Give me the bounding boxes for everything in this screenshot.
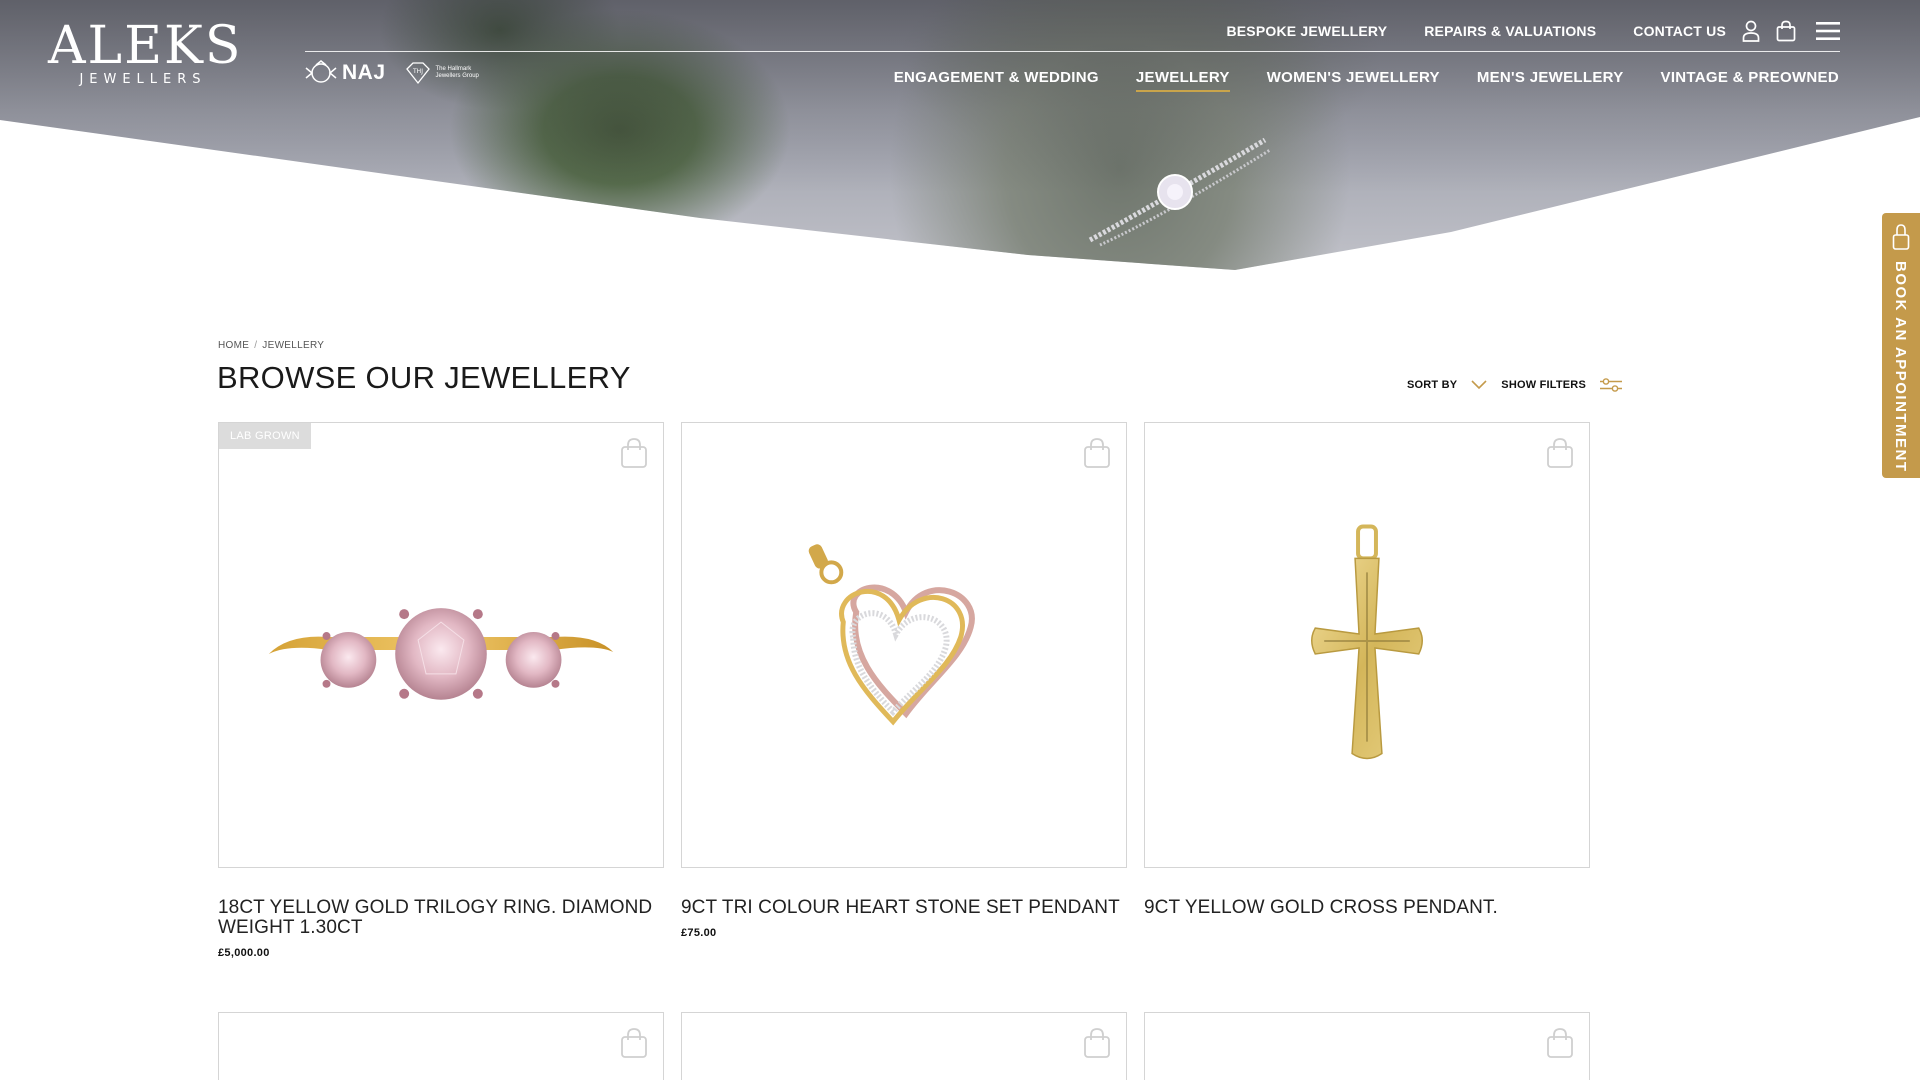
add-to-bag-icon[interactable] xyxy=(1083,1027,1111,1059)
book-appointment-label: BOOK AN APPOINTMENT xyxy=(1892,261,1909,473)
product-image-frame[interactable] xyxy=(681,422,1127,868)
account-icon[interactable] xyxy=(1742,20,1760,42)
nav-repairs-valuations[interactable]: REPAIRS & VALUATIONS xyxy=(1424,23,1596,39)
crest-icon xyxy=(305,60,337,83)
add-to-bag-icon[interactable] xyxy=(620,1027,648,1059)
sort-by-button[interactable]: SORT BY xyxy=(1407,379,1457,391)
book-appointment-tab[interactable]: BOOK AN APPOINTMENT xyxy=(1882,213,1920,478)
breadcrumb-separator: / xyxy=(254,340,258,351)
product-title[interactable]: 9CT TRI COLOUR HEART STONE SET PENDANT xyxy=(681,898,1131,918)
trilogy-ring-image xyxy=(268,608,614,700)
nav-divider xyxy=(305,51,1840,52)
hallmark-line1: The Hallmark xyxy=(435,66,472,72)
naj-label: NAJ xyxy=(342,61,386,84)
breadcrumb: HOME / JEWELLERY xyxy=(218,340,324,351)
product-image-frame[interactable] xyxy=(1144,422,1590,868)
breadcrumb-current: JEWELLERY xyxy=(262,340,325,351)
logo-wordmark: ALEKS xyxy=(48,16,243,76)
heart-pendant-image xyxy=(808,544,975,726)
product-card[interactable]: 9CT TRI COLOUR HEART STONE SET PENDANT £… xyxy=(681,422,1127,939)
basket-icon[interactable] xyxy=(1776,20,1796,42)
menu-icon[interactable] xyxy=(1816,21,1840,41)
nav-contact-us[interactable]: CONTACT US xyxy=(1633,23,1726,39)
chevron-down-icon[interactable] xyxy=(1471,380,1487,390)
breadcrumb-home[interactable]: HOME xyxy=(218,340,249,351)
cross-pendant-image xyxy=(1311,524,1423,760)
nav-bespoke-jewellery[interactable]: BESPOKE JEWELLERY xyxy=(1226,23,1387,39)
bag-icon xyxy=(1892,224,1910,250)
product-title[interactable]: 18CT YELLOW GOLD TRILOGY RING. DIAMOND W… xyxy=(218,898,668,938)
nav-vintage-preowned[interactable]: VINTAGE & PREOWNED xyxy=(1661,69,1839,92)
svg-text:THJ: THJ xyxy=(412,68,423,75)
product-card[interactable] xyxy=(681,1012,1127,1080)
trust-badges: NAJ THJ The Hallmark Jewellers Group xyxy=(304,60,479,86)
site-logo[interactable]: ALEKS JEWELLERS xyxy=(48,16,243,87)
page-title: BROWSE OUR JEWELLERY xyxy=(217,360,631,395)
product-card[interactable]: 9CT YELLOW GOLD CROSS PENDANT. xyxy=(1144,422,1590,927)
product-card[interactable] xyxy=(218,1012,664,1080)
nav-mens-jewellery[interactable]: MEN'S JEWELLERY xyxy=(1477,69,1624,92)
utility-nav: BESPOKE JEWELLERY REPAIRS & VALUATIONS C… xyxy=(1226,20,1840,42)
nav-jewellery[interactable]: JEWELLERY xyxy=(1135,69,1230,92)
main-nav: ENGAGEMENT & WEDDING JEWELLERY WOMEN'S J… xyxy=(894,69,1839,92)
product-title[interactable]: 9CT YELLOW GOLD CROSS PENDANT. xyxy=(1144,898,1594,918)
nav-womens-jewellery[interactable]: WOMEN'S JEWELLERY xyxy=(1267,69,1440,92)
hallmark-line2: Jewellers Group xyxy=(435,73,479,79)
ring-box-image xyxy=(1088,137,1271,247)
add-to-bag-icon[interactable] xyxy=(1546,1027,1574,1059)
product-price: £5,000.00 xyxy=(218,947,270,959)
product-card[interactable] xyxy=(1144,1012,1590,1080)
nav-engagement-wedding[interactable]: ENGAGEMENT & WEDDING xyxy=(894,69,1099,92)
diamond-icon: THJ xyxy=(405,62,430,85)
product-price: £75.00 xyxy=(681,927,717,939)
filter-sliders-icon[interactable] xyxy=(1600,378,1622,392)
naj-badge: NAJ xyxy=(304,60,386,86)
listing-controls: SORT BY SHOW FILTERS xyxy=(1407,378,1622,392)
hero-banner: ALEKS JEWELLERS NAJ THJ The Hallmark Jew… xyxy=(0,0,1920,275)
product-image-frame[interactable]: LAB GROWN xyxy=(218,422,664,868)
hallmark-badge: THJ The Hallmark Jewellers Group xyxy=(404,61,479,85)
show-filters-button[interactable]: SHOW FILTERS xyxy=(1501,379,1586,391)
product-card[interactable]: LAB GROWN 18CT YELLOW GOLD TRILOGY RING.… xyxy=(218,422,664,959)
